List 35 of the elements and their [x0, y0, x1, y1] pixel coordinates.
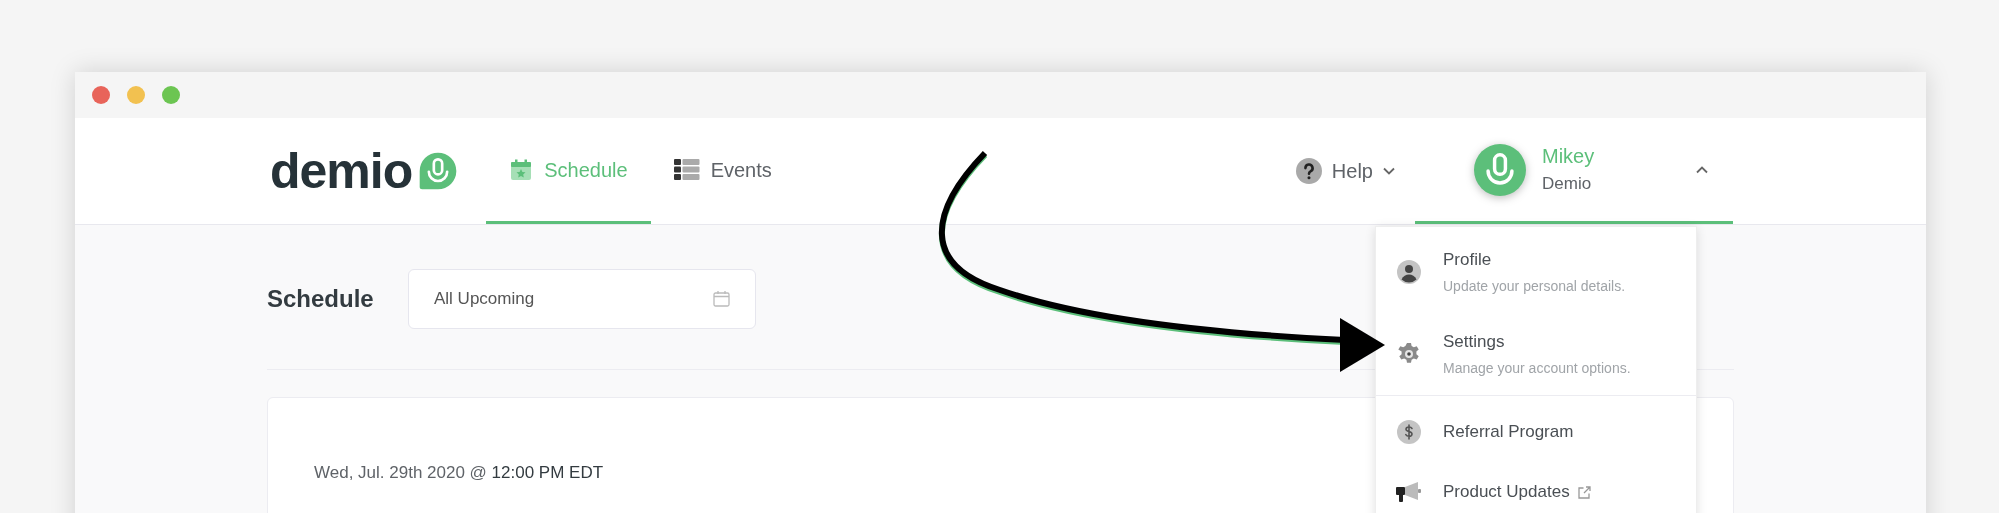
list-icon [673, 158, 700, 181]
menu-item[interactable]: Settings Manage your account options. [1376, 313, 1696, 395]
user-menu[interactable]: Mikey Demio [1415, 118, 1733, 224]
window-control[interactable] [127, 86, 145, 104]
external-link-icon [1577, 485, 1591, 499]
user-icon [1397, 260, 1421, 284]
dollar-icon [1397, 420, 1421, 444]
nav-tab[interactable]: Events [650, 118, 795, 224]
chevron-down-icon [1383, 167, 1395, 175]
user-organization: Demio [1542, 173, 1592, 195]
menu-item-title: Product Updates [1443, 481, 1570, 504]
calendar-icon [509, 157, 534, 182]
page-title: Schedule [267, 284, 375, 314]
megaphone-icon [1396, 481, 1422, 503]
chevron-up-icon [1696, 165, 1708, 174]
calendar-icon [713, 290, 730, 307]
avatar-icon [1474, 143, 1526, 196]
menu-item-title: Referral Program [1443, 421, 1574, 444]
menu-item-description: Update your personal details. [1443, 276, 1626, 296]
window-control[interactable] [92, 86, 110, 104]
settings-icon [1397, 342, 1421, 366]
user-name: Mikey [1542, 144, 1595, 170]
microphone-logo-icon [418, 151, 459, 191]
menu-item-title: Settings [1443, 331, 1505, 354]
help-menu[interactable]: Help [1295, 118, 1395, 224]
logo-wordmark: demio [270, 146, 413, 196]
event-date: Wed, Jul. 29th 2020 @ 12:00 PM EDT [314, 463, 604, 482]
menu-item[interactable]: Profile Update your personal details. [1376, 231, 1696, 313]
window-control[interactable] [162, 86, 180, 104]
help-icon [1295, 158, 1322, 184]
menu-item-title: Profile [1443, 249, 1492, 272]
menu-item[interactable]: Referral Program [1376, 402, 1696, 462]
menu-item-description: Manage your account options. [1443, 358, 1631, 378]
date-filter-field[interactable]: All Upcoming [408, 268, 756, 329]
menu-item[interactable]: Product Updates [1376, 462, 1696, 513]
